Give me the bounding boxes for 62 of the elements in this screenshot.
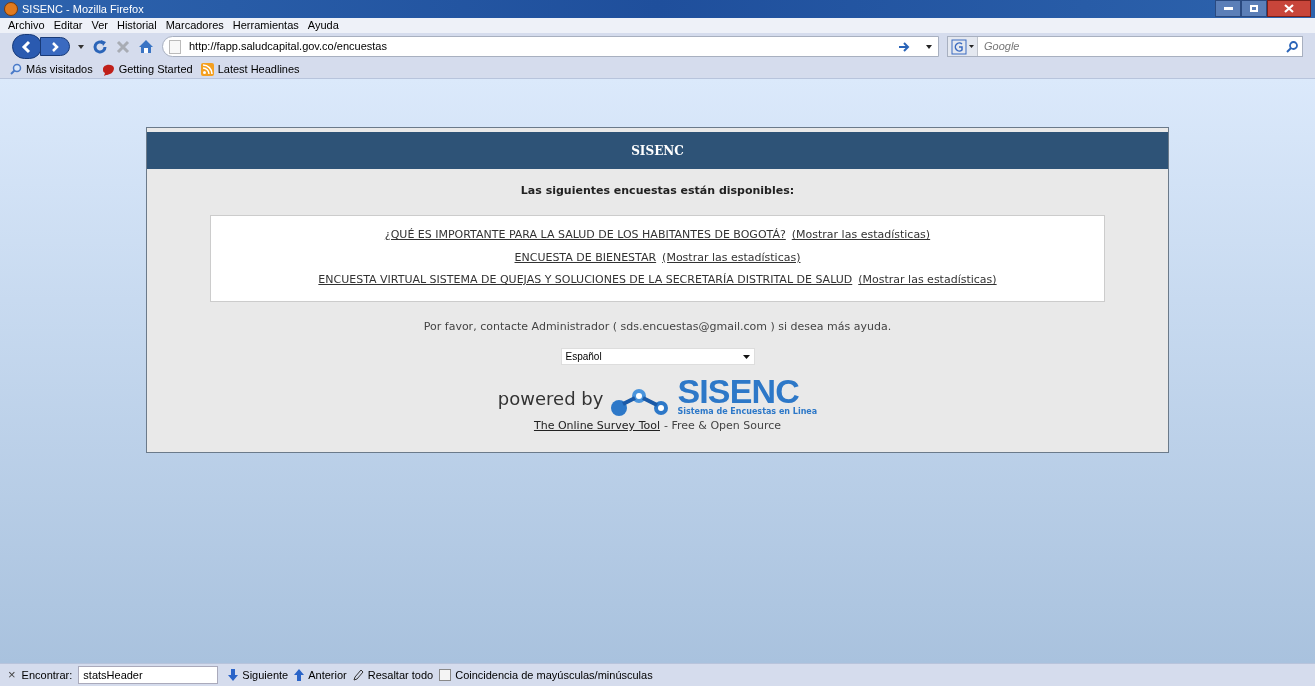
find-field[interactable]: statsHeader	[78, 666, 219, 684]
survey-link[interactable]: ¿QUÉ ES IMPORTANTE PARA LA SALUD DE LOS HABITANTES DE BOGOTÁ?	[384, 227, 786, 244]
logo-wordmark: SISENC	[677, 375, 799, 407]
find-label: Encontrar:	[21, 667, 73, 683]
bookmark-link[interactable]: Latest Headlines	[217, 60, 300, 78]
intro-text: Las siguientes encuestas están disponibles:	[520, 183, 795, 199]
caret-icon	[969, 45, 974, 48]
creature-icon	[100, 62, 115, 76]
bookmark-link[interactable]: Más visitados	[26, 60, 93, 78]
survey-tool-link[interactable]: The Online Survey Tool	[533, 418, 660, 435]
menu-item[interactable]: Ver	[91, 20, 108, 31]
search-field[interactable]: Google	[984, 38, 1286, 55]
forward-button[interactable]	[40, 37, 70, 56]
home-icon[interactable]	[138, 39, 154, 54]
bookmark-link[interactable]: Getting Started	[118, 60, 193, 78]
search-engine-button[interactable]	[948, 37, 978, 56]
contact-text: Por favor, contacte Administrador ( sds.encuestas@gmail.com ) si desea más ayuda.	[423, 318, 892, 335]
menu-item[interactable]: Editar	[53, 20, 83, 31]
statistics-link[interactable]: (Mostrar las estadísticas)	[858, 272, 997, 289]
down-arrow-icon	[228, 669, 239, 681]
find-next-button[interactable]: Siguiente	[228, 666, 289, 684]
back-button[interactable]	[12, 34, 42, 59]
menu-item[interactable]: Archivo	[8, 20, 45, 31]
search-engine-icon	[951, 38, 967, 55]
match-case-label[interactable]: Coincidencia de mayúsculas/minúsculas	[455, 666, 653, 684]
license-text: - Free & Open Source	[664, 418, 782, 434]
close-icon	[1284, 4, 1294, 13]
menu-item[interactable]: Ayuda	[307, 20, 339, 31]
search-box[interactable]: Google	[947, 36, 1303, 57]
powered-by-text: powered by	[497, 387, 604, 411]
page-icon	[169, 39, 181, 54]
language-select[interactable]: Español	[560, 348, 755, 365]
go-arrow-icon[interactable]	[898, 41, 910, 52]
dropdown-icon[interactable]	[926, 44, 932, 49]
close-find-button[interactable]: ×	[8, 665, 16, 685]
history-dropdown-icon[interactable]	[78, 44, 84, 49]
highlighter-icon	[352, 669, 364, 681]
magnifier-icon	[10, 63, 22, 75]
find-previous-button[interactable]: Anterior	[294, 666, 347, 684]
menu-item[interactable]: Marcadores	[165, 20, 224, 31]
minimize-button[interactable]	[1215, 0, 1241, 17]
logo-tagline: Sistema de Encuestas en Linea	[677, 407, 818, 416]
caret-icon	[742, 354, 750, 359]
search-icon[interactable]	[1286, 40, 1298, 53]
address-bar[interactable]: http://fapp.saludcapital.gov.co/encuestas	[162, 36, 939, 57]
highlight-all-button[interactable]: Resaltar todo	[352, 666, 434, 684]
window-title: SISENC - Mozilla Firefox	[22, 1, 144, 17]
statistics-link[interactable]: (Mostrar las estadísticas)	[662, 249, 801, 267]
survey-link[interactable]: ENCUESTA VIRTUAL SISTEMA DE QUEJAS Y SOLUCIONES DE LA SECRETARÍA DISTRITAL DE SALUD	[318, 272, 853, 289]
statistics-link[interactable]: (Mostrar las estadísticas)	[791, 227, 931, 244]
firefox-icon	[4, 2, 18, 16]
panel-header: SISENC	[631, 142, 684, 160]
menu-item[interactable]: Historial	[116, 20, 157, 31]
menu-item[interactable]: Herramientas	[232, 20, 299, 31]
up-arrow-icon	[294, 669, 305, 681]
restore-button[interactable]	[1241, 0, 1267, 17]
survey-link[interactable]: ENCUESTA DE BIENESTAR	[514, 249, 657, 267]
match-case-checkbox[interactable]	[439, 669, 452, 681]
close-button[interactable]	[1267, 0, 1311, 17]
address-field[interactable]: http://fapp.saludcapital.gov.co/encuestas	[189, 38, 890, 55]
reload-icon[interactable]	[92, 38, 108, 55]
rss-feed-icon	[200, 62, 214, 76]
